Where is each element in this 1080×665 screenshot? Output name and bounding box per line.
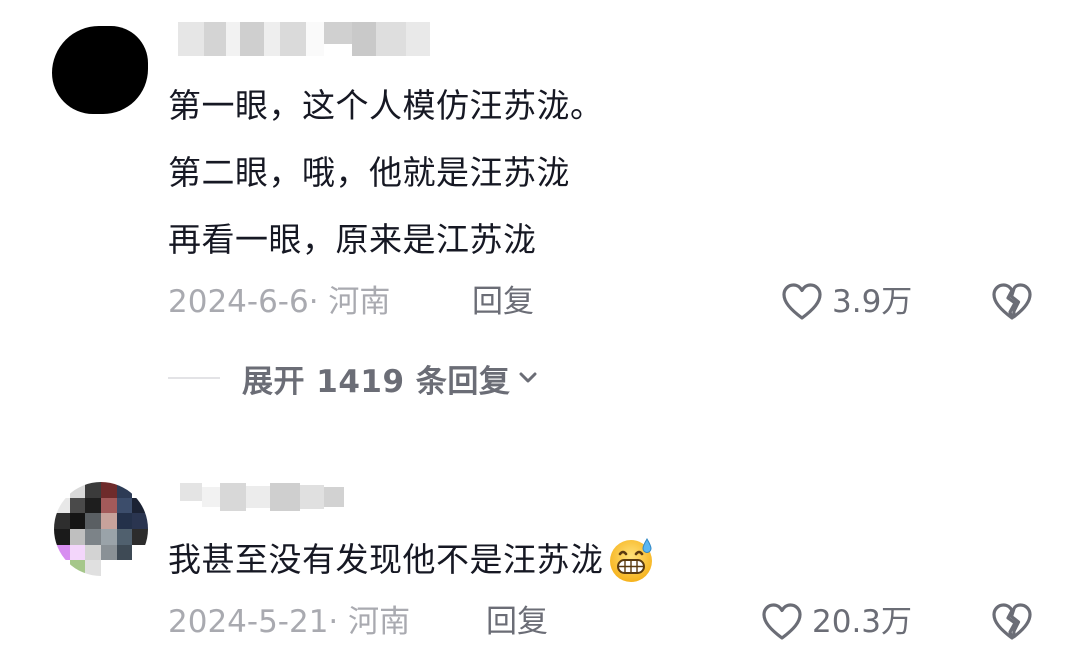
username-redacted[interactable] [178, 22, 430, 56]
dislike-button[interactable] [990, 602, 1034, 646]
grinning-sweat-emoji-icon [609, 538, 652, 582]
comment-text-line: 第二眼，哦，他就是汪苏泷 [168, 153, 570, 192]
divider [168, 377, 220, 379]
comment-item: 第一眼，这个人模仿汪苏泷。 第二眼，哦，他就是汪苏泷 再看一眼，原来是江苏泷 2… [0, 0, 1080, 420]
dislike-button[interactable] [990, 282, 1034, 326]
like-count: 20.3万 [812, 604, 913, 640]
expand-replies-button[interactable]: 展开 1419 条回复 [168, 358, 538, 400]
comment-text-content: 我甚至没有发现他不是汪苏泷 [168, 540, 604, 579]
broken-heart-icon [992, 603, 1032, 640]
username-redacted[interactable] [180, 483, 344, 511]
expand-replies-label: 展开 1419 条回复 [242, 363, 511, 400]
chevron-down-icon [519, 372, 537, 383]
comment-text: 我甚至没有发现他不是汪苏泷 [168, 536, 656, 584]
like-button[interactable]: 3.9万 [780, 282, 912, 322]
comment-date-location: 2024-5-21· 河南 [168, 604, 411, 640]
avatar[interactable] [54, 482, 148, 576]
avatar[interactable] [52, 26, 148, 114]
reply-button[interactable]: 回复 [472, 284, 534, 320]
like-button[interactable]: 20.3万 [760, 602, 912, 642]
comment-text-line: 第一眼，这个人模仿汪苏泷。 [168, 86, 604, 125]
like-count: 3.9万 [832, 284, 913, 320]
reply-button[interactable]: 回复 [486, 604, 548, 640]
heart-outline-icon [762, 603, 802, 640]
broken-heart-icon [992, 283, 1032, 320]
comment-text-line: 再看一眼，原来是江苏泷 [168, 220, 537, 259]
comment-date-location: 2024-6-6· 河南 [168, 284, 391, 320]
heart-outline-icon [782, 283, 822, 320]
